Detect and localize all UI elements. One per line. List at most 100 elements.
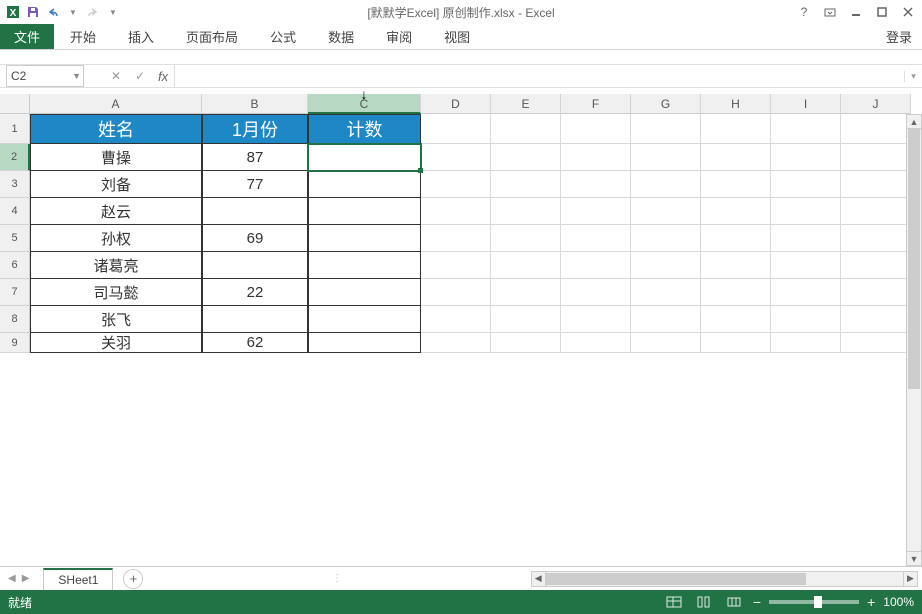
- cell-A5[interactable]: 孙权: [30, 225, 202, 252]
- cell-I3[interactable]: [771, 171, 841, 198]
- tab-nav-prev-icon[interactable]: ◀: [8, 573, 16, 584]
- column-header-A[interactable]: A: [30, 94, 202, 114]
- cell-E9[interactable]: [491, 333, 561, 353]
- cell-A2[interactable]: 曹操: [30, 144, 202, 171]
- tab-file[interactable]: 文件: [0, 24, 54, 49]
- qat-dropdown-icon[interactable]: ▼: [104, 3, 122, 21]
- cell-J4[interactable]: [841, 198, 911, 225]
- hscroll-thumb[interactable]: [546, 573, 806, 585]
- cell-A8[interactable]: 张飞: [30, 306, 202, 333]
- cell-G3[interactable]: [631, 171, 701, 198]
- cell-B4[interactable]: [202, 198, 308, 225]
- fx-label[interactable]: fx: [152, 69, 174, 84]
- cell-E7[interactable]: [491, 279, 561, 306]
- select-all-corner[interactable]: [0, 94, 30, 114]
- cell-A3[interactable]: 刘备: [30, 171, 202, 198]
- view-normal-icon[interactable]: [663, 593, 685, 611]
- cell-E5[interactable]: [491, 225, 561, 252]
- cell-H1[interactable]: [701, 114, 771, 144]
- cell-E4[interactable]: [491, 198, 561, 225]
- cell-J6[interactable]: [841, 252, 911, 279]
- cell-C3[interactable]: [308, 171, 421, 198]
- name-box-dropdown-icon[interactable]: ▼: [72, 71, 81, 81]
- login-link[interactable]: 登录: [876, 24, 922, 49]
- cell-F9[interactable]: [561, 333, 631, 353]
- formula-input[interactable]: [174, 65, 904, 87]
- column-header-F[interactable]: F: [561, 94, 631, 114]
- view-page-layout-icon[interactable]: [693, 593, 715, 611]
- zoom-slider[interactable]: [769, 600, 859, 604]
- cell-G4[interactable]: [631, 198, 701, 225]
- scroll-right-icon[interactable]: ▶: [903, 572, 917, 586]
- column-header-C[interactable]: C↓: [308, 94, 421, 114]
- cell-I4[interactable]: [771, 198, 841, 225]
- cell-I7[interactable]: [771, 279, 841, 306]
- cell-J2[interactable]: [841, 144, 911, 171]
- cell-J3[interactable]: [841, 171, 911, 198]
- tab-insert[interactable]: 插入: [112, 24, 170, 49]
- cell-B7[interactable]: 22: [202, 279, 308, 306]
- cell-H8[interactable]: [701, 306, 771, 333]
- cell-F4[interactable]: [561, 198, 631, 225]
- cell-H6[interactable]: [701, 252, 771, 279]
- zoom-out-icon[interactable]: −: [753, 594, 761, 610]
- redo-icon[interactable]: [84, 3, 102, 21]
- cell-D5[interactable]: [421, 225, 491, 252]
- cell-H4[interactable]: [701, 198, 771, 225]
- tab-home[interactable]: 开始: [54, 24, 112, 49]
- add-sheet-icon[interactable]: +: [123, 569, 143, 589]
- enter-icon[interactable]: ✓: [128, 69, 152, 83]
- cell-B2[interactable]: 87: [202, 144, 308, 171]
- cell-D3[interactable]: [421, 171, 491, 198]
- row-header-8[interactable]: 8: [0, 306, 30, 333]
- cell-B9[interactable]: 62: [202, 333, 308, 353]
- formula-expand-icon[interactable]: ▾: [904, 71, 922, 82]
- cell-A6[interactable]: 诸葛亮: [30, 252, 202, 279]
- cell-D9[interactable]: [421, 333, 491, 353]
- cell-A1[interactable]: 姓名: [30, 114, 202, 144]
- column-header-B[interactable]: B: [202, 94, 308, 114]
- row-header-6[interactable]: 6: [0, 252, 30, 279]
- cell-B3[interactable]: 77: [202, 171, 308, 198]
- cell-C8[interactable]: [308, 306, 421, 333]
- row-header-3[interactable]: 3: [0, 171, 30, 198]
- row-header-9[interactable]: 9: [0, 333, 30, 353]
- cell-G6[interactable]: [631, 252, 701, 279]
- cell-F6[interactable]: [561, 252, 631, 279]
- cell-G2[interactable]: [631, 144, 701, 171]
- scroll-down-icon[interactable]: ▼: [907, 551, 921, 565]
- cell-F7[interactable]: [561, 279, 631, 306]
- close-icon[interactable]: [900, 4, 916, 20]
- row-header-2[interactable]: 2: [0, 144, 30, 171]
- cell-B8[interactable]: [202, 306, 308, 333]
- row-header-1[interactable]: 1: [0, 114, 30, 144]
- cell-F2[interactable]: [561, 144, 631, 171]
- cell-B1[interactable]: 1月份: [202, 114, 308, 144]
- row-header-7[interactable]: 7: [0, 279, 30, 306]
- minimize-icon[interactable]: [848, 4, 864, 20]
- tab-layout[interactable]: 页面布局: [170, 24, 254, 49]
- cell-H9[interactable]: [701, 333, 771, 353]
- cell-G8[interactable]: [631, 306, 701, 333]
- tab-formulas[interactable]: 公式: [254, 24, 312, 49]
- column-header-H[interactable]: H: [701, 94, 771, 114]
- zoom-in-icon[interactable]: +: [867, 594, 875, 610]
- undo-dropdown-icon[interactable]: ▼: [64, 3, 82, 21]
- undo-icon[interactable]: [44, 3, 62, 21]
- cell-I1[interactable]: [771, 114, 841, 144]
- tab-data[interactable]: 数据: [312, 24, 370, 49]
- cell-H3[interactable]: [701, 171, 771, 198]
- cell-C9[interactable]: [308, 333, 421, 353]
- cell-F3[interactable]: [561, 171, 631, 198]
- cell-J9[interactable]: [841, 333, 911, 353]
- tab-view[interactable]: 视图: [428, 24, 486, 49]
- cell-I8[interactable]: [771, 306, 841, 333]
- column-header-E[interactable]: E: [491, 94, 561, 114]
- cell-C7[interactable]: [308, 279, 421, 306]
- cell-C5[interactable]: [308, 225, 421, 252]
- horizontal-scrollbar[interactable]: ◀ ▶: [531, 571, 918, 587]
- cell-C1[interactable]: 计数: [308, 114, 421, 144]
- cell-D1[interactable]: [421, 114, 491, 144]
- cell-D6[interactable]: [421, 252, 491, 279]
- row-header-4[interactable]: 4: [0, 198, 30, 225]
